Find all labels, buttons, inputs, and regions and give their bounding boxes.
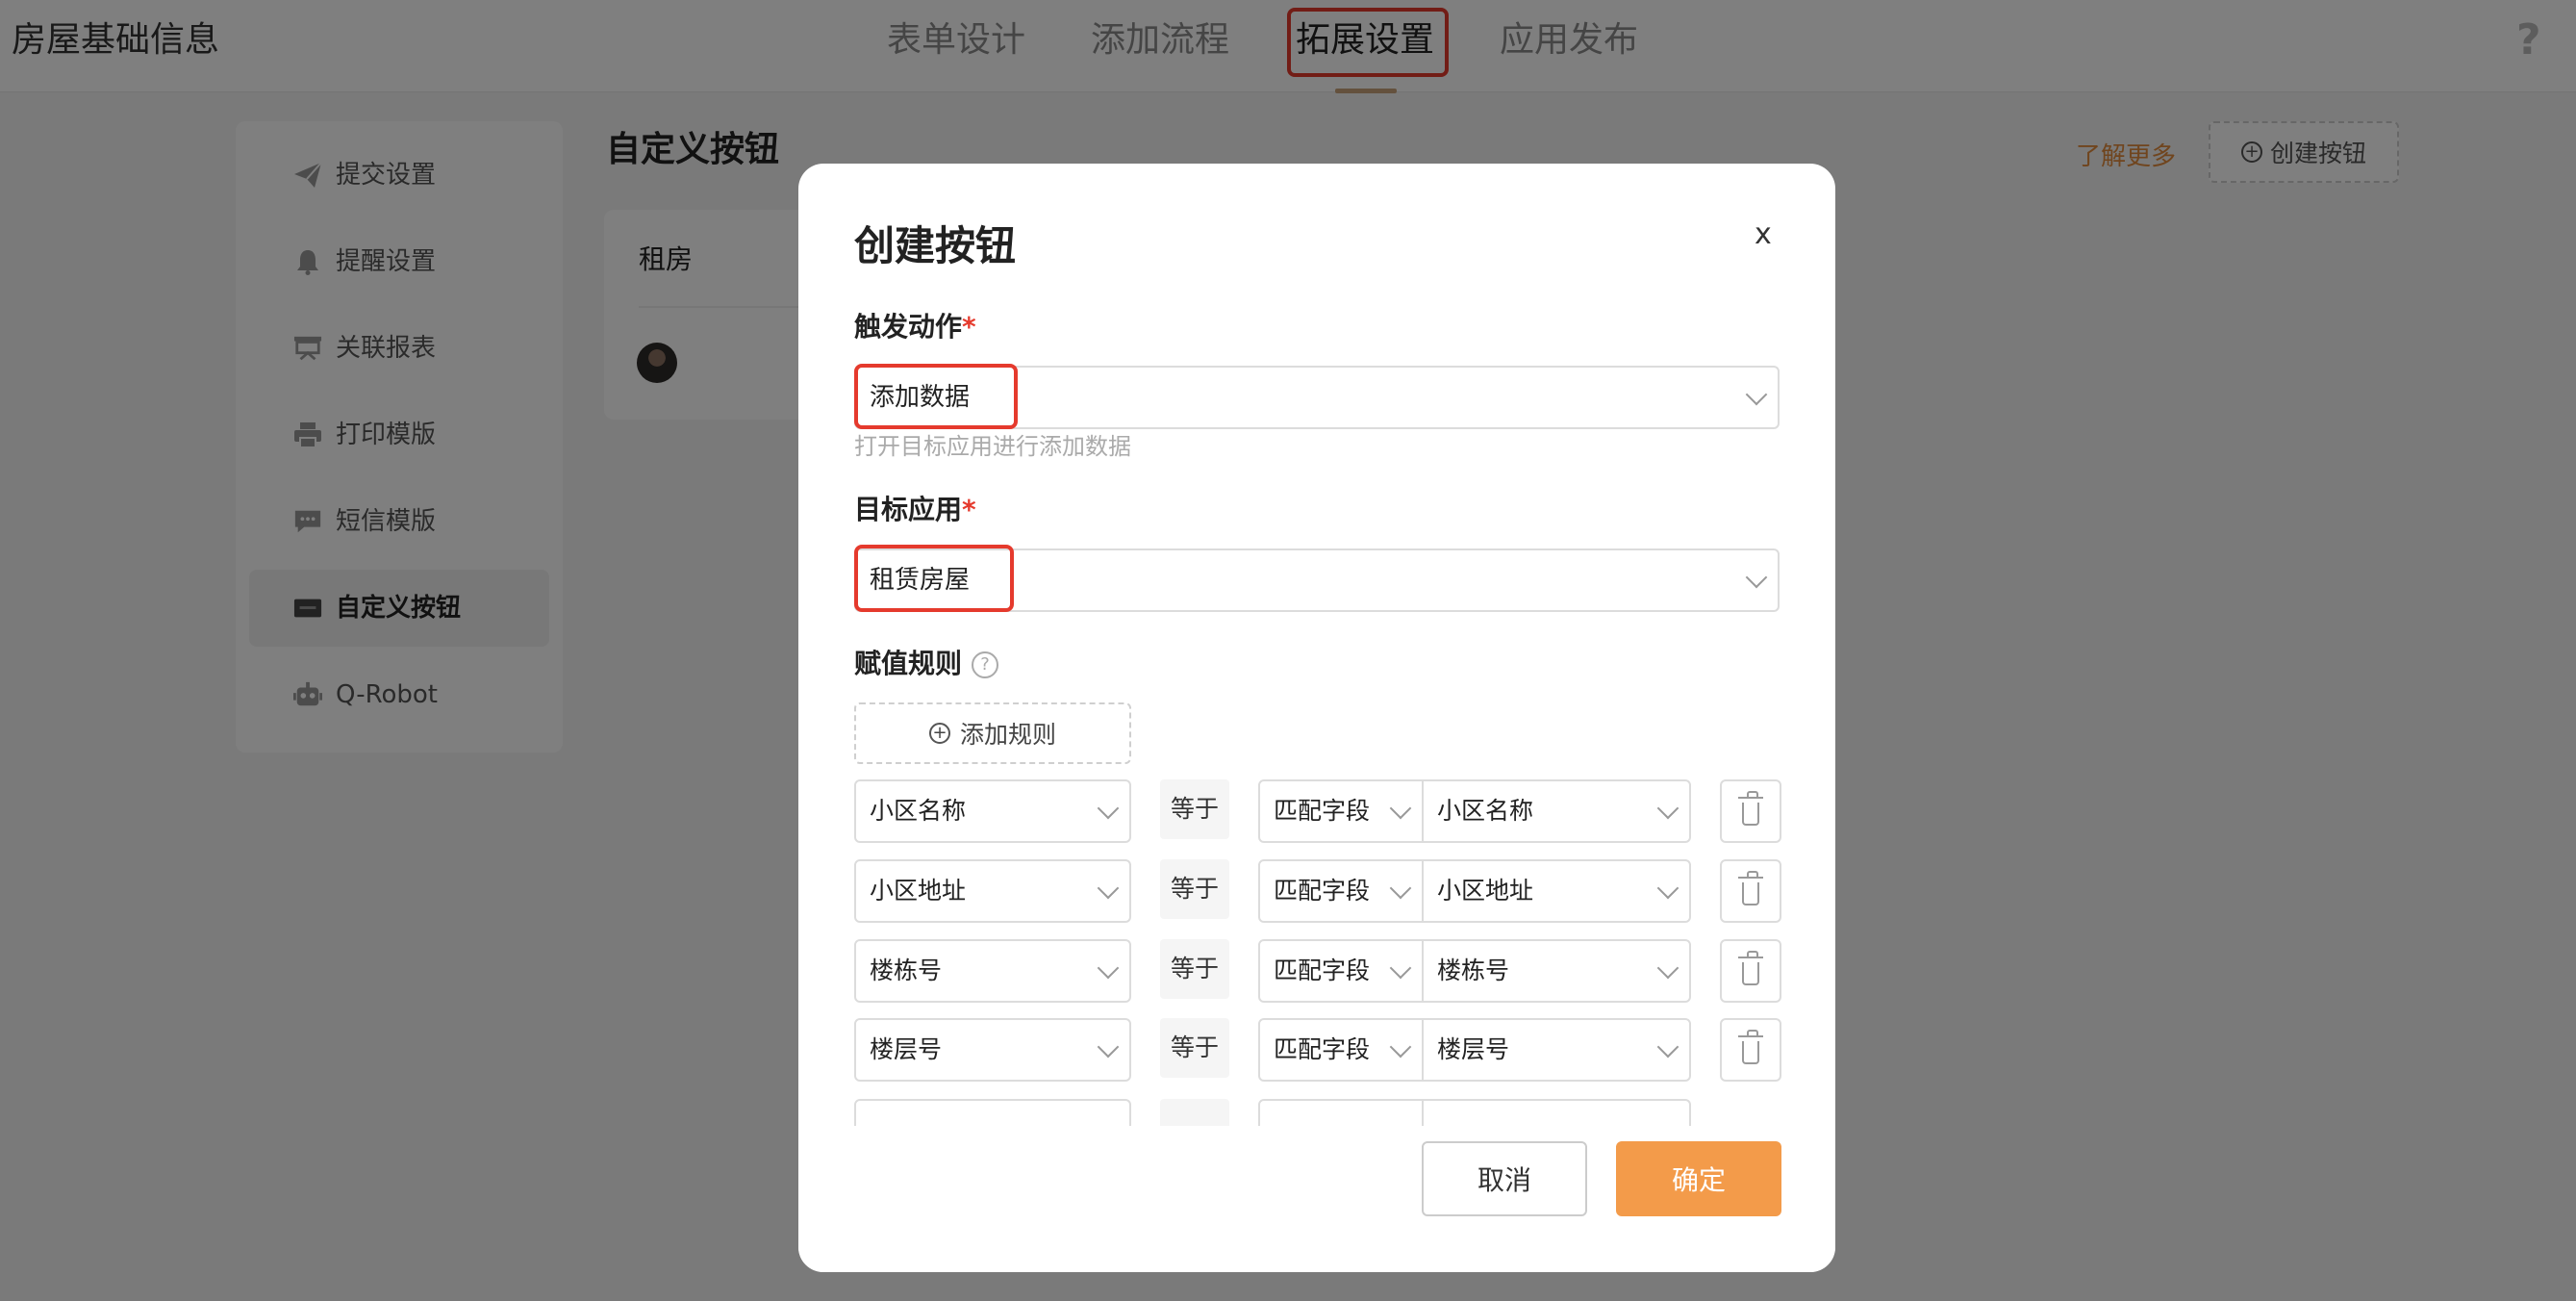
required-mark: *	[962, 494, 976, 525]
chevron-down-icon	[1097, 1035, 1120, 1059]
rule-row: 楼栋号 等于 匹配字段 楼栋号	[854, 939, 1781, 1005]
match-mode-select[interactable]: 匹配字段	[1258, 859, 1424, 923]
match-mode-select[interactable]: 匹配字段	[1258, 939, 1424, 1003]
chevron-down-icon	[1097, 877, 1120, 900]
confirm-button[interactable]: 确定	[1616, 1141, 1781, 1216]
target-field-select[interactable]: 小区地址	[1422, 859, 1691, 923]
delete-rule-button[interactable]	[1720, 779, 1781, 843]
operator-label: 等于	[1160, 939, 1229, 999]
chevron-down-icon	[1745, 383, 1768, 406]
match-mode-select[interactable]: 匹配字段	[1258, 779, 1424, 843]
source-field-select[interactable]: 楼层号	[854, 1018, 1131, 1082]
chevron-down-icon	[1389, 1035, 1412, 1059]
create-button-dialog: 创建按钮 x 触发动作* 添加数据 打开目标应用进行添加数据 目标应用* 租赁房…	[798, 164, 1835, 1272]
delete-rule-button[interactable]	[1720, 859, 1781, 923]
cancel-button[interactable]: 取消	[1422, 1141, 1587, 1216]
source-field-select[interactable]: 楼栋号	[854, 939, 1131, 1003]
target-app-label: 目标应用*	[854, 494, 976, 525]
close-icon[interactable]: x	[1755, 217, 1772, 252]
add-rule-button[interactable]: + 添加规则	[854, 702, 1131, 764]
rule-row: 楼层号 等于 匹配字段 楼层号	[854, 1018, 1781, 1084]
add-rule-label: 添加规则	[959, 721, 1056, 749]
rule-row: 小区地址 等于 匹配字段 小区地址	[854, 859, 1781, 925]
operator-label: 等于	[1160, 779, 1229, 839]
delete-rule-button[interactable]	[1720, 939, 1781, 1003]
trash-icon	[1738, 791, 1763, 826]
source-field-select[interactable]: 小区地址	[854, 859, 1131, 923]
chevron-down-icon	[1656, 1035, 1679, 1059]
chevron-down-icon	[1656, 877, 1679, 900]
trash-icon	[1738, 1030, 1763, 1064]
operator-label: 等于	[1160, 1018, 1229, 1078]
highlight-annotation	[854, 545, 1014, 612]
dialog-footer: 取消 确定	[798, 1126, 1835, 1272]
chevron-down-icon	[1656, 957, 1679, 980]
trigger-action-hint: 打开目标应用进行添加数据	[854, 433, 1131, 460]
source-field-select[interactable]: 小区名称	[854, 779, 1131, 843]
delete-rule-button[interactable]	[1720, 1018, 1781, 1082]
plus-circle-icon: +	[928, 723, 950, 744]
target-field-select[interactable]: 楼栋号	[1422, 939, 1691, 1003]
chevron-down-icon	[1745, 566, 1768, 589]
rule-row: 小区名称 等于 匹配字段 小区名称	[854, 779, 1781, 845]
trash-icon	[1738, 951, 1763, 985]
dialog-title: 创建按钮	[854, 222, 1017, 269]
match-mode-select[interactable]: 匹配字段	[1258, 1018, 1424, 1082]
assignment-rules-label: 赋值规则?	[854, 647, 999, 681]
operator-label: 等于	[1160, 859, 1229, 919]
target-field-select[interactable]: 楼层号	[1422, 1018, 1691, 1082]
trash-icon	[1738, 871, 1763, 906]
required-mark: *	[962, 311, 976, 343]
trigger-action-label: 触发动作*	[854, 311, 976, 343]
chevron-down-icon	[1656, 797, 1679, 820]
chevron-down-icon	[1389, 877, 1412, 900]
chevron-down-icon	[1389, 797, 1412, 820]
chevron-down-icon	[1097, 957, 1120, 980]
highlight-annotation	[854, 364, 1018, 429]
chevron-down-icon	[1389, 957, 1412, 980]
chevron-down-icon	[1097, 797, 1120, 820]
question-circle-icon[interactable]: ?	[972, 651, 999, 678]
target-field-select[interactable]: 小区名称	[1422, 779, 1691, 843]
